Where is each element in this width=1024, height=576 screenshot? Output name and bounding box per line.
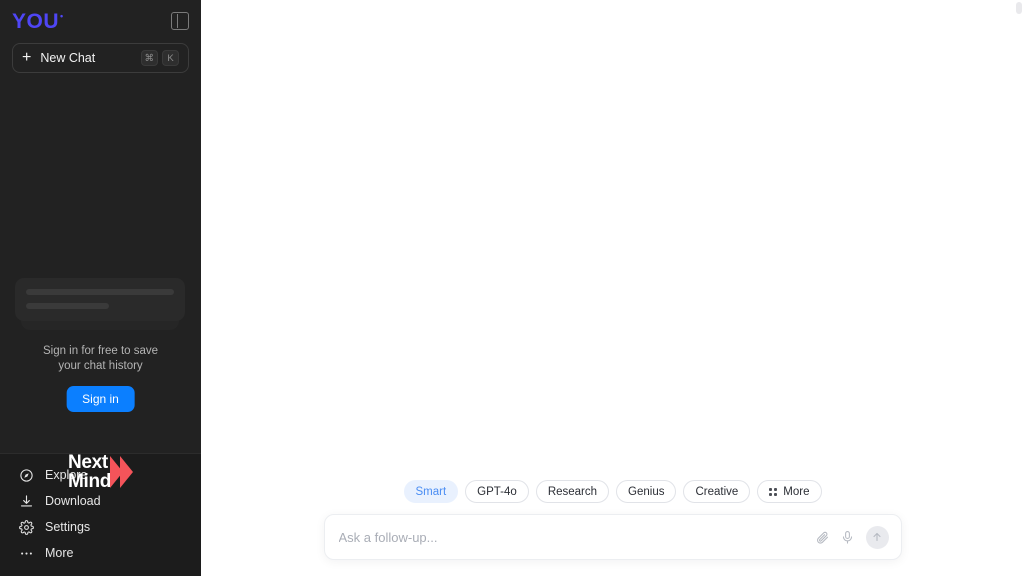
signin-prompt-line-2: your chat history — [58, 360, 143, 372]
skeleton-bar-short — [26, 303, 109, 309]
sidebar-top: YOU • + New Chat ⌘ K — [0, 0, 201, 73]
microphone-icon[interactable] — [837, 526, 859, 548]
model-chip-creative[interactable]: Creative — [683, 480, 751, 503]
composer-area: Smart GPT-4o Research Genius Creative Mo… — [201, 480, 1024, 576]
ellipsis-icon — [18, 545, 34, 561]
sidebar-header: YOU • — [12, 0, 189, 38]
model-chip-genius[interactable]: Genius — [616, 480, 677, 503]
vertical-scrollbar[interactable] — [1016, 2, 1022, 14]
model-chip-row: Smart GPT-4o Research Genius Creative Mo… — [403, 480, 822, 503]
sidebar-item-settings[interactable]: Settings — [0, 514, 201, 540]
new-chat-label: New Chat — [40, 51, 96, 65]
signin-prompt-line-1: Sign in for free to save — [42, 345, 159, 357]
gear-icon — [18, 519, 34, 535]
chip-label: Creative — [695, 485, 739, 498]
shortcut-modifier-key: ⌘ — [140, 50, 158, 66]
send-button[interactable] — [865, 525, 889, 549]
sidebar-history-area: Sign in for free to save your chat histo… — [0, 73, 201, 491]
chat-history-skeleton — [15, 278, 185, 330]
nextmind-line-1: Next — [67, 452, 108, 473]
you-logo[interactable]: YOU • — [12, 11, 64, 32]
model-chip-smart[interactable]: Smart — [403, 480, 459, 503]
shortcut-letter-key: K — [162, 50, 179, 66]
nextmind-wordmark: Next Mind — [68, 453, 111, 491]
model-chip-research[interactable]: Research — [535, 480, 610, 503]
sidebar-toggle-icon[interactable] — [171, 12, 189, 30]
chip-label: GPT-4o — [477, 485, 517, 498]
download-icon — [18, 493, 34, 509]
app-root: YOU • + New Chat ⌘ K Sign in for free to… — [0, 0, 1024, 576]
new-chat-button[interactable]: + New Chat ⌘ K — [12, 43, 189, 73]
skeleton-bar-long — [26, 289, 174, 295]
sidebar-item-label: More — [45, 546, 74, 560]
double-chevron-icon — [110, 456, 134, 488]
skeleton-card — [15, 278, 185, 321]
chip-label: Genius — [628, 485, 665, 498]
model-chip-more[interactable]: More — [757, 480, 822, 503]
main-content: Smart GPT-4o Research Genius Creative Mo… — [201, 0, 1024, 576]
paperclip-icon[interactable] — [812, 526, 834, 548]
you-logo-superscript: • — [60, 10, 64, 21]
signin-prompt: Sign in for free to save your chat histo… — [0, 344, 201, 374]
model-chip-gpt-4o[interactable]: GPT-4o — [465, 480, 529, 503]
nextmind-watermark: Next Mind — [0, 453, 201, 491]
chip-label: Research — [547, 485, 598, 498]
chat-input[interactable] — [338, 529, 809, 545]
chip-label: More — [783, 485, 810, 498]
grid-icon — [769, 487, 778, 496]
chat-input-container[interactable] — [323, 514, 902, 560]
you-logo-text: YOU — [12, 9, 60, 33]
sidebar-item-more[interactable]: More — [0, 540, 201, 566]
sign-in-button[interactable]: Sign in — [66, 386, 135, 412]
sidebar-item-label: Download — [45, 494, 101, 508]
sidebar-item-label: Settings — [45, 520, 91, 534]
sidebar: YOU • + New Chat ⌘ K Sign in for free to… — [0, 0, 201, 576]
plus-icon: + — [22, 49, 32, 66]
chip-label: Smart — [415, 485, 447, 498]
nextmind-line-2: Mind — [67, 471, 112, 492]
